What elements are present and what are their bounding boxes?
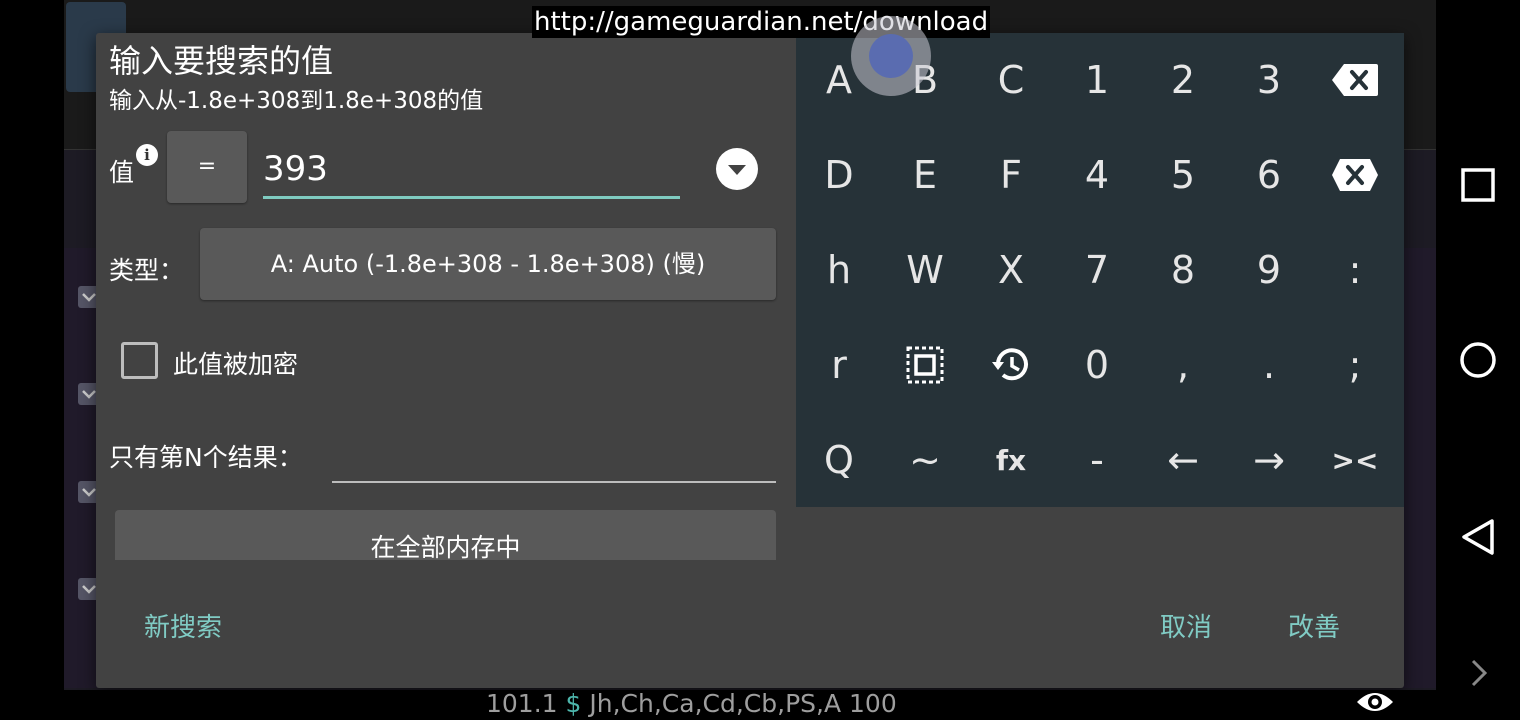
clear-key[interactable]: [1312, 128, 1398, 222]
circle-icon: [1460, 342, 1496, 378]
history-icon: [992, 348, 1028, 381]
key-7[interactable]: 7: [1054, 223, 1140, 317]
key-r[interactable]: r: [796, 318, 882, 412]
back-button[interactable]: [1458, 517, 1498, 557]
status-line: 101.1 $ Jh,Ch,Ca,Cd,Cb,PS,A 100: [486, 688, 897, 720]
key-5[interactable]: 5: [1140, 128, 1226, 222]
operator-button[interactable]: =: [167, 131, 247, 203]
key-fx[interactable]: fx: [968, 413, 1054, 507]
key-left-arrow[interactable]: ←: [1140, 413, 1226, 507]
key-minus[interactable]: -: [1054, 413, 1140, 507]
nth-result-input[interactable]: [332, 433, 776, 483]
history-key[interactable]: [968, 318, 1054, 412]
home-button[interactable]: [1458, 340, 1498, 380]
cancel-button[interactable]: 取消: [1160, 607, 1212, 644]
custom-keyboard: A B C 1 2 3 D E F 4 5 6 h W X 7 8 9: r …: [796, 33, 1404, 507]
chevron-down-icon: [728, 165, 746, 175]
key-9[interactable]: 9: [1226, 223, 1312, 317]
key-0[interactable]: 0: [1054, 318, 1140, 412]
status-value: 101.1: [486, 689, 566, 718]
expand-nav-button[interactable]: [1458, 653, 1498, 693]
type-label: 类型：: [109, 256, 185, 285]
recents-button[interactable]: [1458, 165, 1498, 205]
status-dollar: $: [565, 689, 582, 718]
key-semicolon[interactable]: ;: [1312, 318, 1398, 412]
key-C[interactable]: C: [968, 33, 1054, 127]
value-label: 值: [109, 158, 135, 187]
key-2[interactable]: 2: [1140, 33, 1226, 127]
gameguardian-icon: [869, 34, 913, 78]
refine-button[interactable]: 改善: [1288, 607, 1340, 644]
key-Q[interactable]: Q: [796, 413, 882, 507]
floating-app-bubble[interactable]: [851, 16, 931, 96]
key-X[interactable]: X: [968, 223, 1054, 317]
key-period[interactable]: .: [1226, 318, 1312, 412]
key-6[interactable]: 6: [1226, 128, 1312, 222]
key-1[interactable]: 1: [1054, 33, 1140, 127]
key-h[interactable]: h: [796, 223, 882, 317]
dialog-title: 输入要搜索的值: [109, 42, 334, 80]
key-4[interactable]: 4: [1054, 128, 1140, 222]
square-icon: [1461, 168, 1495, 202]
key-E[interactable]: E: [882, 128, 968, 222]
navigation-bar: [1436, 0, 1520, 720]
key-comma[interactable]: ,: [1140, 318, 1226, 412]
key-8[interactable]: 8: [1140, 223, 1226, 317]
info-icon[interactable]: i: [136, 144, 158, 166]
key-right-arrow[interactable]: →: [1226, 413, 1312, 507]
value-history-dropdown[interactable]: [716, 148, 758, 190]
search-dialog: 输入要搜索的值 输入从-1.8e+308到1.8e+308的值 值 i = 39…: [96, 33, 1404, 688]
encrypted-label[interactable]: 此值被加密: [173, 345, 298, 381]
nth-result-label: 只有第N个结果：: [109, 443, 303, 472]
encrypted-checkbox[interactable]: [121, 342, 158, 379]
key-colon[interactable]: :: [1312, 223, 1398, 317]
backspace-icon: [1332, 64, 1378, 96]
chevron-right-icon: [1471, 659, 1488, 687]
value-input[interactable]: 393: [263, 145, 680, 199]
eye-icon[interactable]: [1355, 688, 1395, 716]
key-tilde[interactable]: ~: [882, 413, 968, 507]
status-regions: Jh,Ch,Ca,Cd,Cb,PS,A 100: [581, 689, 897, 718]
type-select[interactable]: A: Auto (-1.8e+308 - 1.8e+308) (慢): [200, 228, 776, 300]
clear-icon: [1332, 159, 1378, 191]
key-3[interactable]: 3: [1226, 33, 1312, 127]
new-search-button[interactable]: 新搜索: [144, 607, 222, 644]
key-F[interactable]: F: [968, 128, 1054, 222]
key-W[interactable]: W: [882, 223, 968, 317]
select-all-icon: [906, 346, 944, 384]
select-all-key[interactable]: [882, 318, 968, 412]
key-collapse[interactable]: ><: [1312, 413, 1398, 507]
backspace-key[interactable]: [1312, 33, 1398, 127]
dialog-subtitle: 输入从-1.8e+308到1.8e+308的值: [109, 88, 484, 114]
memory-range-button[interactable]: 在全部内存中: [115, 510, 776, 560]
triangle-left-icon: [1462, 519, 1494, 555]
key-D[interactable]: D: [796, 128, 882, 222]
